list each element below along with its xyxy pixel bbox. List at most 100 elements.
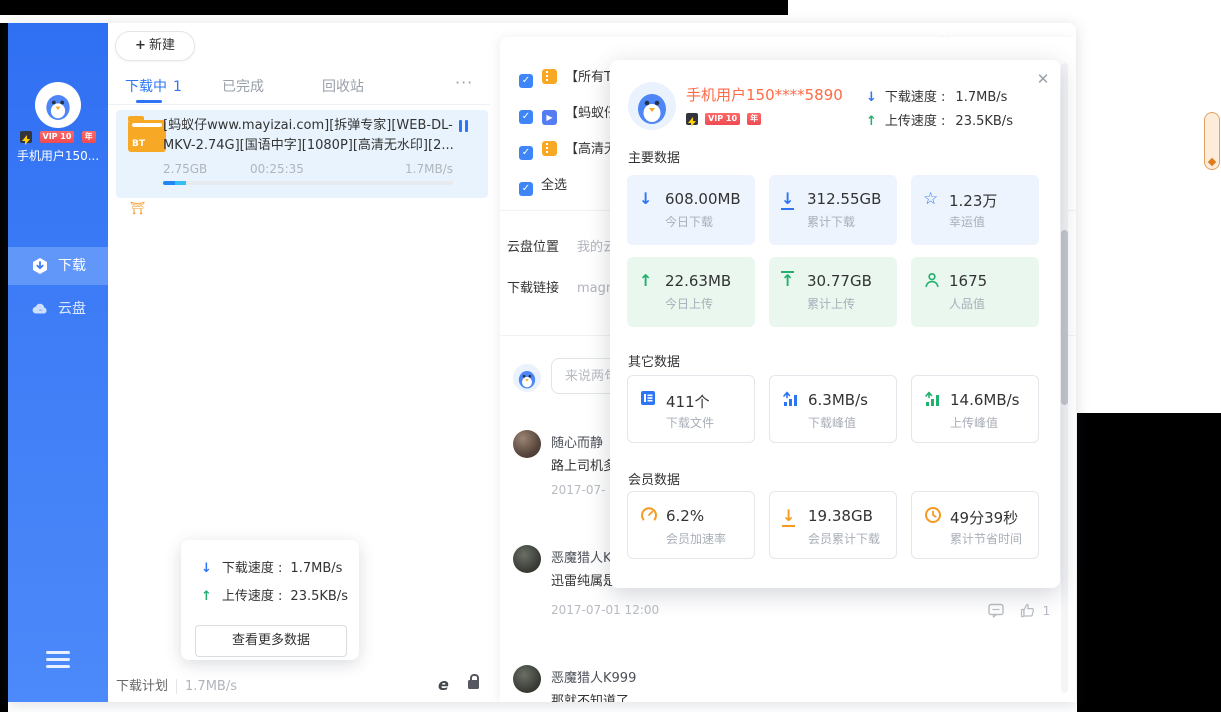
pause-button[interactable] bbox=[457, 119, 471, 133]
user-stats-popup: ✕ 手机用户150****5890 VIP 10 年 下载速度 :1.7MB/s… bbox=[610, 60, 1060, 588]
stat-card-upload-peak: 14.6MB/s 上传峰值 bbox=[911, 375, 1039, 443]
star-icon bbox=[923, 189, 943, 209]
comment-text: 路上司机多 bbox=[551, 459, 617, 474]
view-more-stats-button[interactable]: 查看更多数据 bbox=[195, 625, 347, 657]
downloading-count-badge: 1 bbox=[173, 79, 182, 95]
thumbs-up-icon[interactable] bbox=[1020, 603, 1035, 618]
down-arrow-icon bbox=[639, 189, 659, 209]
stat-card-time-saved: 49分39秒 累计节省时间 bbox=[911, 491, 1039, 559]
browser-ie-icon[interactable]: e bbox=[438, 675, 449, 694]
stat-card-luck: 1.23万幸运值 bbox=[911, 175, 1039, 245]
file-row[interactable]: 【高清无 bbox=[519, 138, 617, 160]
popup-upload-speed: 上传速度 :23.5KB/s bbox=[866, 110, 1013, 129]
down-arrow-icon bbox=[866, 90, 877, 105]
bar-chart-up-icon bbox=[782, 390, 802, 410]
file-row[interactable]: 【蚂蚁仔 bbox=[519, 102, 617, 125]
tab-downloading[interactable]: 下载中 1 bbox=[125, 76, 182, 96]
side-widget-handle[interactable] bbox=[1204, 112, 1220, 170]
sidebar-item-cloud[interactable]: 云盘 bbox=[8, 290, 108, 328]
tab-completed[interactable]: 已完成 bbox=[222, 76, 264, 96]
new-task-button[interactable]: + 新建 bbox=[115, 31, 195, 61]
sidebar: VIP 10 年 手机用户150... 下载 云盘 bbox=[8, 23, 108, 702]
comment-text: 迅雷纯属是 bbox=[551, 574, 617, 589]
reply-bubble-icon[interactable] bbox=[988, 603, 1004, 618]
comment-time: 2017-07-01 12:00 bbox=[551, 603, 660, 617]
down-arrow-icon bbox=[201, 561, 212, 576]
download-plan-label[interactable]: 下载计划 bbox=[116, 679, 168, 694]
scrollbar-thumb[interactable] bbox=[1061, 230, 1068, 405]
download-size: 2.75GB bbox=[163, 162, 208, 176]
letterbox-top bbox=[0, 0, 788, 15]
stat-card-boost-rate: 6.2% 会员加速率 bbox=[627, 491, 755, 559]
sidebar-item-download[interactable]: 下载 bbox=[8, 247, 108, 285]
stat-card-member-download: 19.38GB会员累计下载 bbox=[769, 491, 897, 559]
cloud-location-field: 云盘位置 我的云 bbox=[507, 240, 617, 255]
download-task-row[interactable]: BT [蚂蚁仔www.mayizai.com][拆弹专家][WEB-DL- MK… bbox=[116, 110, 488, 198]
bt-folder-icon: BT bbox=[128, 116, 166, 152]
bottom-speed: 1.7MB/s bbox=[176, 679, 237, 694]
download-to-bar-icon bbox=[782, 508, 796, 527]
tooltip-upload-speed: 上传速度 :23.5KB/s bbox=[201, 585, 348, 604]
super-member-icon bbox=[686, 112, 698, 127]
section-title-main: 主要数据 bbox=[628, 151, 681, 166]
section-title-other: 其它数据 bbox=[628, 355, 681, 370]
popup-user-avatar bbox=[628, 82, 676, 130]
commenter-avatar bbox=[513, 545, 541, 573]
letterbox-bottom-right bbox=[1077, 413, 1221, 712]
commenter-avatar bbox=[513, 430, 541, 458]
stat-card-today-upload: 22.63MB今日上传 bbox=[627, 257, 755, 327]
download-time-left: 00:25:35 bbox=[250, 162, 304, 176]
commenter-name: 恶魔猎人K bbox=[551, 551, 612, 566]
lock-icon[interactable] bbox=[468, 674, 479, 689]
download-hexagon-icon bbox=[33, 258, 47, 274]
super-member-icon bbox=[20, 130, 33, 145]
sidebar-item-label: 下载 bbox=[58, 258, 86, 274]
close-popup-icon[interactable]: ✕ bbox=[1034, 70, 1052, 88]
my-comment-avatar bbox=[513, 364, 541, 392]
video-file-icon bbox=[542, 110, 557, 125]
comment-time: 2017-07- bbox=[551, 483, 606, 497]
active-tab-underline bbox=[136, 100, 162, 103]
member-stats-grid: 6.2%会员加速率 19.38GB会员累计下载 49分39秒累计节省时间 bbox=[627, 491, 1039, 559]
select-all-row[interactable]: 全选 bbox=[519, 174, 567, 196]
bottom-bar: 下载计划 1.7MB/s e bbox=[116, 674, 490, 702]
app-window: VIP 10 年 手机用户150... 下载 云盘 +新建 ✕ 下载中1 已完成 bbox=[8, 23, 1076, 702]
stat-card-download-peak: 6.3MB/s 下载峰值 bbox=[769, 375, 897, 443]
file-row[interactable]: 【所有TV bbox=[519, 66, 621, 88]
plus-icon: + bbox=[135, 38, 146, 53]
year-badge: 年 bbox=[81, 130, 96, 143]
popup-download-speed: 下载速度 :1.7MB/s bbox=[866, 86, 1007, 105]
up-arrow-icon bbox=[201, 589, 212, 604]
bar-chart-up-icon bbox=[924, 390, 944, 410]
other-stats-grid: 411个 下载文件 6.3MB/s 下载峰值 14.6MB/s 上传峰值 bbox=[627, 375, 1039, 443]
download-speed: 1.7MB/s bbox=[405, 162, 453, 176]
tab-divider bbox=[108, 104, 490, 105]
stat-card-karma: 1675 人品值 bbox=[911, 257, 1039, 327]
tab-recycle-bin[interactable]: 回收站 bbox=[322, 76, 364, 96]
menu-hamburger-icon[interactable] bbox=[46, 651, 70, 668]
archive-file-icon bbox=[542, 141, 557, 156]
commenter-avatar bbox=[513, 665, 541, 693]
checkbox-checked[interactable] bbox=[519, 74, 533, 88]
stat-card-total-download: 312.55GB累计下载 bbox=[769, 175, 897, 245]
checkbox-checked[interactable] bbox=[519, 182, 533, 196]
more-options-icon[interactable]: ··· bbox=[455, 73, 481, 93]
checkbox-checked[interactable] bbox=[519, 146, 533, 160]
letterbox-left bbox=[0, 23, 8, 712]
tooltip-download-speed: 下载速度 :1.7MB/s bbox=[201, 557, 342, 576]
download-title: [蚂蚁仔www.mayizai.com][拆弹专家][WEB-DL- MKV-2… bbox=[163, 118, 454, 153]
sidebar-username: 手机用户150... bbox=[16, 149, 100, 163]
speedometer-icon bbox=[640, 506, 660, 526]
checkbox-checked[interactable] bbox=[519, 110, 533, 124]
clock-icon bbox=[924, 506, 944, 526]
person-icon bbox=[923, 271, 943, 291]
penguin-avatar-icon bbox=[38, 85, 78, 125]
progress-bar bbox=[163, 181, 453, 185]
speed-tooltip: 下载速度 :1.7MB/s 上传速度 :23.5KB/s 查看更多数据 bbox=[181, 540, 359, 660]
stat-card-total-upload: 30.77GB累计上传 bbox=[769, 257, 897, 327]
download-link-field: 下载链接 magne bbox=[507, 281, 623, 296]
magnet-site-icon: ⛩ bbox=[130, 201, 146, 215]
screen: VIP 10 年 手机用户150... 下载 云盘 +新建 ✕ 下载中1 已完成 bbox=[0, 0, 1221, 712]
popup-vip-badges: VIP 10 年 bbox=[686, 108, 762, 127]
user-avatar[interactable] bbox=[35, 82, 81, 128]
